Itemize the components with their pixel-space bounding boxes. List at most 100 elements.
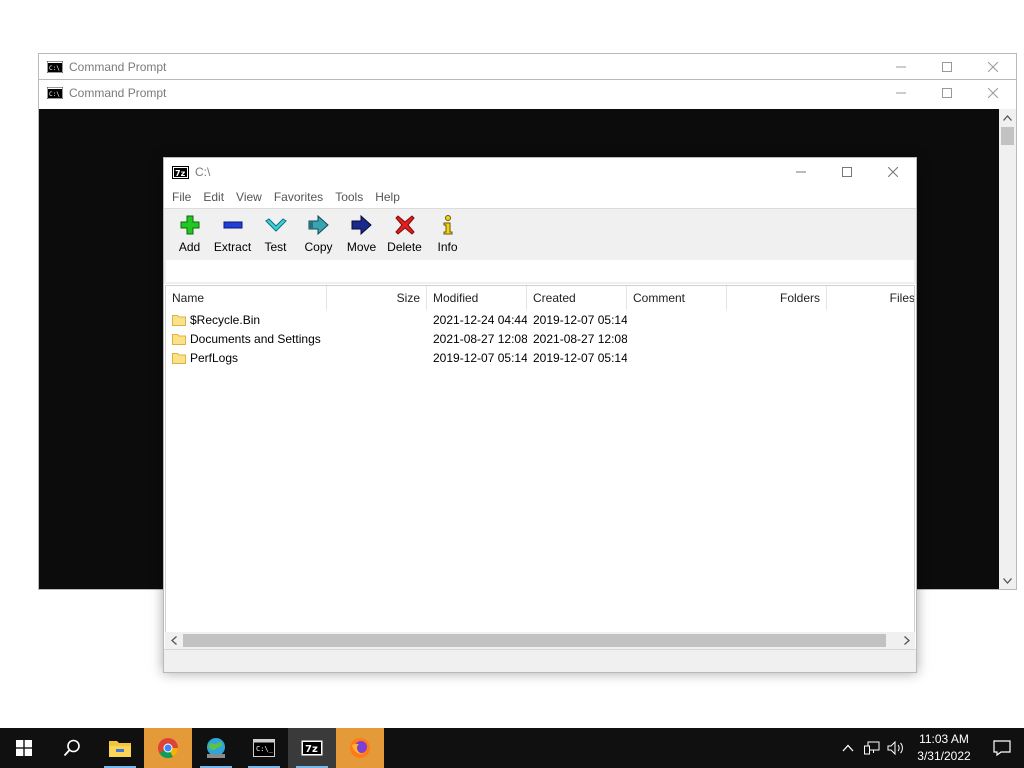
add-button[interactable]: Add: [168, 209, 211, 260]
network-button[interactable]: [860, 728, 884, 768]
volume-button[interactable]: [884, 728, 908, 768]
menu-help[interactable]: Help: [369, 190, 406, 204]
info-button[interactable]: Info: [426, 209, 469, 260]
menu-view[interactable]: View: [230, 190, 268, 204]
command-prompt-window-back[interactable]: C:\ Command Prompt: [38, 53, 1017, 80]
clock[interactable]: 11:03 AM 3/31/2022: [908, 731, 980, 765]
scroll-up-button[interactable]: [999, 109, 1016, 126]
copy-arrow-icon: [308, 215, 329, 235]
folder-icon: [172, 352, 186, 364]
taskbar-command-prompt[interactable]: C:\_: [240, 728, 288, 768]
taskbar: C:\_ 7z 11:03 AM 3/31/2022: [0, 728, 1024, 768]
column-header-comment[interactable]: Comment: [627, 286, 727, 310]
column-header-files[interactable]: Files: [827, 286, 914, 310]
file-created: 2021-08-27 12:08: [533, 331, 627, 346]
info-icon: [443, 215, 452, 235]
table-row[interactable]: Documents and Settings 2021-08-27 12:08 …: [166, 329, 914, 348]
network-icon: [864, 741, 880, 755]
title-bar[interactable]: C:\ Command Prompt: [39, 80, 1016, 106]
maximize-button[interactable]: [924, 80, 970, 106]
close-button[interactable]: [870, 158, 916, 186]
maximize-button[interactable]: [824, 158, 870, 186]
svg-text:7z: 7z: [305, 744, 318, 755]
table-row[interactable]: $Recycle.Bin 2021-12-24 04:44 2019-12-07…: [166, 310, 914, 329]
move-button[interactable]: Move: [340, 209, 383, 260]
chevron-up-icon: [842, 744, 854, 752]
scrollbar-thumb[interactable]: [1001, 127, 1014, 145]
column-header-name[interactable]: Name: [166, 286, 327, 310]
test-label: Test: [264, 240, 287, 254]
menu-file[interactable]: File: [166, 190, 197, 204]
taskbar-7zip[interactable]: 7z: [288, 728, 336, 768]
window-title: Command Prompt: [69, 60, 167, 74]
minus-icon: [223, 221, 242, 229]
taskbar-firefox[interactable]: [336, 728, 384, 768]
maximize-icon: [842, 167, 852, 177]
column-header-modified[interactable]: Modified: [427, 286, 527, 310]
horizontal-scrollbar[interactable]: [165, 632, 915, 649]
scroll-right-button[interactable]: [898, 632, 915, 649]
title-bar[interactable]: C:\ Command Prompt: [39, 54, 1016, 80]
extract-label: Extract: [213, 240, 252, 254]
window-title: Command Prompt: [69, 86, 167, 100]
command-prompt-icon: C:\: [47, 87, 63, 99]
extract-button[interactable]: Extract: [211, 209, 254, 260]
minimize-button[interactable]: [878, 54, 924, 80]
notifications-button[interactable]: [980, 728, 1024, 768]
copy-button[interactable]: Copy: [297, 209, 340, 260]
check-icon: [264, 218, 287, 232]
network-globe-icon: [207, 738, 225, 758]
file-explorer-icon: [109, 741, 131, 757]
address-field[interactable]: [166, 260, 914, 282]
taskbar-file-explorer[interactable]: [96, 728, 144, 768]
maximize-button[interactable]: [924, 54, 970, 80]
show-hidden-icons-button[interactable]: [836, 728, 860, 768]
test-button[interactable]: Test: [254, 209, 297, 260]
start-button[interactable]: [0, 728, 48, 768]
folder-icon: [172, 314, 186, 326]
minimize-icon: [796, 171, 806, 173]
add-label: Add: [178, 240, 201, 254]
taskbar-chrome[interactable]: [144, 728, 192, 768]
chevron-left-icon: [170, 636, 177, 645]
7zip-file-manager-window[interactable]: 7z C:\ File Edit View Favorites Tools He…: [163, 157, 917, 673]
notification-icon: [993, 740, 1011, 756]
close-icon: [988, 62, 998, 72]
svg-text:C:\: C:\: [49, 65, 60, 72]
chevron-up-icon: [1003, 114, 1012, 121]
close-icon: [888, 167, 898, 177]
close-icon: [988, 88, 998, 98]
scroll-down-button[interactable]: [999, 572, 1016, 589]
search-icon: [63, 739, 80, 757]
plus-icon: [180, 215, 199, 235]
svg-text:C:\: C:\: [49, 91, 60, 98]
scrollbar-thumb[interactable]: [183, 634, 886, 647]
menu-tools[interactable]: Tools: [329, 190, 369, 204]
close-button[interactable]: [970, 54, 1016, 80]
column-header-folders[interactable]: Folders: [727, 286, 827, 310]
move-arrow-icon: [351, 215, 372, 235]
menu-edit[interactable]: Edit: [197, 190, 230, 204]
title-bar[interactable]: 7z C:\: [164, 158, 916, 186]
delete-button[interactable]: Delete: [383, 209, 426, 260]
minimize-button[interactable]: [878, 80, 924, 106]
address-bar: [164, 260, 916, 284]
table-row[interactable]: PerfLogs 2019-12-07 05:14 2019-12-07 05:…: [166, 348, 914, 367]
file-name: PerfLogs: [190, 350, 239, 365]
vertical-scrollbar[interactable]: [999, 109, 1016, 589]
menu-favorites[interactable]: Favorites: [268, 190, 329, 204]
taskbar-network-app[interactable]: [192, 728, 240, 768]
file-list[interactable]: Name Size Modified Created Comment Folde…: [165, 285, 915, 634]
column-header-created[interactable]: Created: [527, 286, 627, 310]
command-prompt-icon: C:\_: [253, 739, 275, 757]
column-header-size[interactable]: Size: [327, 286, 427, 310]
search-button[interactable]: [48, 728, 96, 768]
info-label: Info: [437, 240, 458, 254]
command-prompt-icon: C:\: [47, 61, 63, 73]
menu-bar: File Edit View Favorites Tools Help: [164, 186, 916, 208]
minimize-button[interactable]: [778, 158, 824, 186]
close-button[interactable]: [970, 80, 1016, 106]
scroll-left-button[interactable]: [165, 632, 182, 649]
file-modified: 2019-12-07 05:14: [433, 350, 527, 365]
move-label: Move: [346, 240, 377, 254]
